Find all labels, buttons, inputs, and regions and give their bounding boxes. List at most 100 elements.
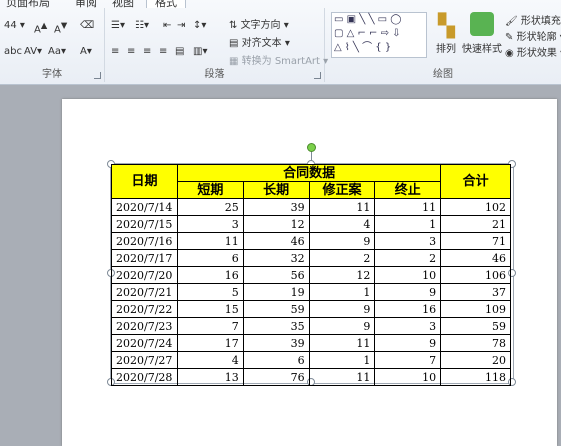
table-row[interactable]: 2020/7/15 3 12 4 1 21 [111,215,511,233]
align-text-button[interactable]: ▤ 对齐文本 ▾ [229,34,290,49]
value-cell[interactable]: 19 [242,283,310,301]
font-size-box[interactable]: 44 ▾ [4,20,25,31]
value-cell[interactable]: 1 [308,351,376,369]
total-cell[interactable]: 59 [440,317,511,335]
value-cell[interactable]: 9 [374,283,442,301]
value-cell[interactable]: 10 [374,368,442,386]
value-cell[interactable]: 46 [242,232,310,250]
tab-review[interactable]: 审阅 [75,0,97,8]
font-color-icon[interactable]: A▾ [80,46,92,57]
date-cell[interactable]: 2020/7/14 [111,198,178,216]
date-cell[interactable]: 2020/7/15 [111,215,178,233]
shapes-row-2[interactable]: ▢ △ ⌐ ⌐ ⇨ ⇩ [334,28,401,39]
total-cell[interactable]: 46 [440,249,511,267]
align-right-icon[interactable]: ≡ [143,46,151,57]
arrange-button[interactable]: 排列 [436,40,456,55]
decrease-indent-icon[interactable]: ⇤ [163,20,171,31]
date-cell[interactable]: 2020/7/28 [111,368,178,386]
numbering-icon[interactable]: ☷▾ [135,20,149,31]
value-cell[interactable]: 11 [308,368,376,386]
table-row[interactable]: 2020/7/14 25 39 11 11 102 [111,198,511,216]
value-cell[interactable]: 13 [176,368,244,386]
value-cell[interactable]: 12 [308,266,376,284]
value-cell[interactable]: 11 [374,198,442,216]
char-spacing-icon[interactable]: AV▾ [24,46,42,57]
value-cell[interactable]: 7 [176,317,244,335]
value-cell[interactable]: 11 [176,232,244,250]
table-row[interactable]: 2020/7/27 4 6 1 7 20 [111,351,511,369]
value-cell[interactable]: 17 [176,334,244,352]
value-cell[interactable]: 10 [374,266,442,284]
distribute-icon[interactable]: ▤ [175,46,184,57]
clear-format-icon[interactable]: ⌫ [80,20,94,31]
total-cell[interactable]: 109 [440,300,511,318]
value-cell[interactable]: 9 [308,317,376,335]
header-total[interactable]: 合计 [440,164,511,199]
change-case-icon[interactable]: Aa▾ [48,46,66,57]
table-row[interactable]: 2020/7/16 11 46 9 3 71 [111,232,511,250]
value-cell[interactable]: 35 [242,317,310,335]
table-row[interactable]: 2020/7/24 17 39 11 9 78 [111,334,511,352]
shrink-font-icon[interactable]: A▼ [54,20,67,35]
date-cell[interactable]: 2020/7/20 [111,266,178,284]
value-cell[interactable]: 16 [374,300,442,318]
total-cell[interactable]: 21 [440,215,511,233]
value-cell[interactable]: 9 [308,232,376,250]
value-cell[interactable]: 15 [176,300,244,318]
quick-styles-icon[interactable] [470,12,494,36]
value-cell[interactable]: 9 [374,334,442,352]
value-cell[interactable]: 2 [308,249,376,267]
justify-icon[interactable]: ≡ [159,46,167,57]
table-row[interactable]: 2020/7/23 7 35 9 3 59 [111,317,511,335]
grow-font-icon[interactable]: A▲ [34,20,47,35]
value-cell[interactable]: 1 [308,283,376,301]
align-left-icon[interactable]: ≡ [111,46,119,57]
value-cell[interactable]: 6 [176,249,244,267]
header-date[interactable]: 日期 [111,164,178,199]
value-cell[interactable]: 76 [242,368,310,386]
subheader-termination[interactable]: 终止 [374,181,442,199]
value-cell[interactable]: 3 [374,317,442,335]
line-spacing-icon[interactable]: ↕▾ [193,20,206,31]
paragraph-dialog-launcher[interactable] [314,72,321,79]
shape-effects-button[interactable]: ◉ 形状效果 ▾ [505,44,561,59]
value-cell[interactable]: 16 [176,266,244,284]
total-cell[interactable]: 106 [440,266,511,284]
total-cell[interactable]: 78 [440,334,511,352]
header-contract-data[interactable]: 合同数据 [176,164,442,182]
value-cell[interactable]: 32 [242,249,310,267]
date-cell[interactable]: 2020/7/21 [111,283,178,301]
align-center-icon[interactable]: ≡ [127,46,135,57]
value-cell[interactable]: 12 [242,215,310,233]
value-cell[interactable]: 39 [242,198,310,216]
tab-page-layout[interactable]: 页面布局 [6,0,50,8]
value-cell[interactable]: 39 [242,334,310,352]
total-cell[interactable]: 71 [440,232,511,250]
table-row[interactable]: 2020/7/20 16 56 12 10 106 [111,266,511,284]
shape-fill-button[interactable]: 🖌 形状填充 ▾ [505,12,561,27]
value-cell[interactable]: 7 [374,351,442,369]
total-cell[interactable]: 37 [440,283,511,301]
value-cell[interactable]: 59 [242,300,310,318]
date-cell[interactable]: 2020/7/22 [111,300,178,318]
value-cell[interactable]: 2 [374,249,442,267]
value-cell[interactable]: 3 [176,215,244,233]
date-cell[interactable]: 2020/7/24 [111,334,178,352]
text-direction-button[interactable]: ⇅ 文字方向 ▾ [229,16,289,31]
shapes-row-3[interactable]: △ ⌇ ╲ ⌒ { } [334,42,391,53]
columns-icon[interactable]: ▥▾ [193,46,207,57]
value-cell[interactable]: 11 [308,334,376,352]
value-cell[interactable]: 1 [374,215,442,233]
value-cell[interactable]: 4 [176,351,244,369]
table-row[interactable]: 2020/7/17 6 32 2 2 46 [111,249,511,267]
strikethrough-icon[interactable]: abc [4,46,22,57]
date-cell[interactable]: 2020/7/16 [111,232,178,250]
value-cell[interactable]: 11 [308,198,376,216]
value-cell[interactable]: 5 [176,283,244,301]
total-cell[interactable]: 20 [440,351,511,369]
shape-outline-button[interactable]: ✎ 形状轮廓 ▾ [505,28,561,43]
total-cell[interactable]: 118 [440,368,511,386]
subheader-long-term[interactable]: 长期 [242,181,310,199]
arrange-icon[interactable]: ▚ [438,14,455,39]
value-cell[interactable]: 56 [242,266,310,284]
